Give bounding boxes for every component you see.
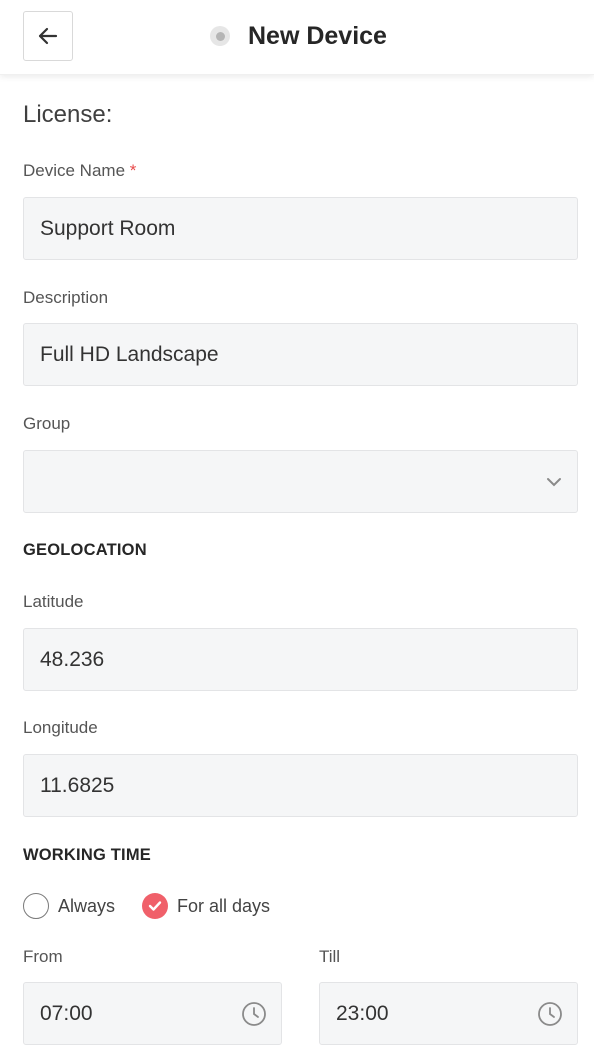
till-label: Till (319, 947, 341, 966)
device-name-label-text: Device Name (23, 161, 126, 180)
clock-icon[interactable] (241, 1001, 267, 1027)
arrow-left-icon (38, 27, 58, 45)
geolocation-section-title: GEOLOCATION (23, 541, 147, 559)
from-time-input[interactable]: 07:00 (23, 982, 282, 1045)
device-name-input[interactable]: Support Room (23, 197, 578, 260)
till-time-input[interactable]: 23:00 (319, 982, 578, 1045)
radio-circle-checked[interactable] (142, 893, 168, 919)
check-icon (148, 901, 162, 911)
page-title: New Device (248, 21, 387, 50)
from-time-value: 07:00 (40, 1001, 93, 1025)
title-area: New Device (210, 18, 387, 54)
app-header: New Device (0, 0, 594, 75)
radio-always[interactable]: Always (23, 893, 115, 919)
radio-for-all-days[interactable]: For all days (142, 893, 270, 919)
chevron-down-icon (545, 476, 563, 488)
longitude-label: Longitude (23, 718, 98, 737)
from-label: From (23, 947, 63, 966)
radio-for-all-days-label: For all days (177, 895, 271, 916)
description-label: Description (23, 288, 109, 307)
device-name-value: Support Room (40, 216, 176, 240)
device-name-label: Device Name * (23, 161, 136, 181)
description-input[interactable]: Full HD Landscape (23, 323, 578, 386)
radio-circle[interactable] (23, 893, 49, 919)
required-mark: * (129, 161, 137, 180)
latitude-input[interactable]: 48.236 (23, 628, 578, 691)
till-time-value: 23:00 (336, 1001, 389, 1025)
longitude-value: 11.6825 (40, 773, 115, 797)
radio-always-label: Always (58, 895, 116, 916)
group-label: Group (23, 414, 71, 433)
longitude-input[interactable]: 11.6825 (23, 754, 578, 817)
status-dot-icon (210, 26, 230, 46)
group-select[interactable] (23, 450, 578, 513)
working-time-section-title: WORKING TIME (23, 846, 151, 864)
description-value: Full HD Landscape (40, 342, 219, 366)
clock-icon[interactable] (537, 1001, 563, 1027)
license-label: License: (23, 101, 113, 128)
back-button[interactable] (23, 11, 73, 61)
latitude-label: Latitude (23, 592, 84, 611)
latitude-value: 48.236 (40, 647, 105, 671)
